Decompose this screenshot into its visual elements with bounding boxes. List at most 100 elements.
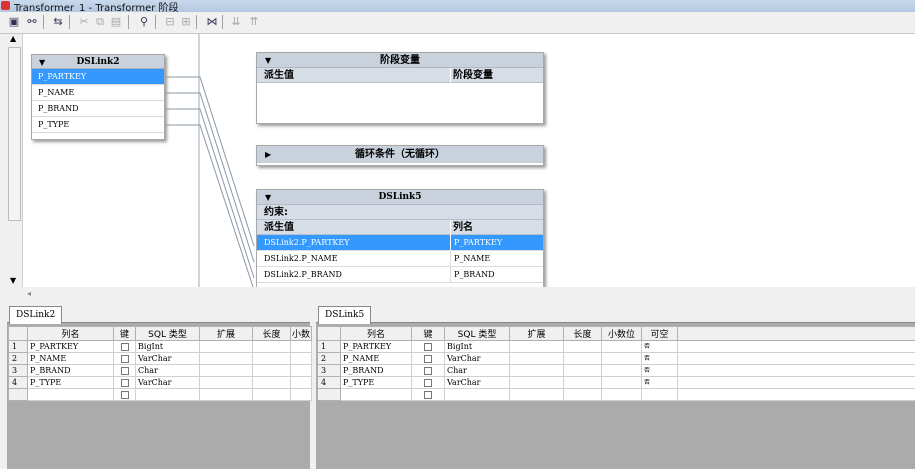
sql-type-cell[interactable]: VarChar [444,352,510,365]
column-header[interactable]: 扩展 [509,326,564,341]
grid-cell[interactable] [199,340,253,353]
horizontal-scrollbar[interactable]: ◂ [7,287,915,301]
grid-cell[interactable] [509,376,564,389]
input-link-header[interactable]: ▼ DSLink2 [32,55,164,69]
column-header[interactable]: SQL 类型 [444,326,510,341]
column-header[interactable]: 长度 [563,326,602,341]
input-column-row[interactable]: P_BRAND [32,101,164,117]
tab-dslink2[interactable]: DSLink2 [9,306,63,324]
output-mapping-row[interactable]: DSLink2.P_PARTKEY P_PARTKEY [257,235,543,251]
key-checkbox[interactable] [424,367,432,375]
stage-variables-box[interactable]: ▼ 阶段变量 派生值 阶段变量 [256,52,544,124]
grid-cell[interactable] [252,364,291,377]
grid-cell[interactable] [252,352,291,365]
grid-cell[interactable] [677,352,915,365]
grid-cell[interactable] [509,340,564,353]
output-link-box[interactable]: ▼ DSLink5 约束: 派生值 列名 DSLink2.P_PARTKEY P… [256,189,544,289]
column-name-cell[interactable]: P_BRAND [450,267,494,283]
output-mapping-row[interactable]: DSLink2.P_BRAND P_BRAND [257,267,543,283]
table-row-new[interactable] [8,388,312,401]
nullable-cell[interactable]: 否 [641,352,678,365]
key-cell[interactable] [113,376,136,389]
derivation-cell[interactable]: DSLink2.P_PARTKEY [264,238,350,247]
table-row[interactable]: 2 P_NAME VarChar 否 [317,352,915,365]
key-checkbox[interactable] [120,367,129,375]
collapse-icon[interactable]: ▼ [265,190,271,205]
key-cell[interactable] [411,376,445,389]
row-number-cell[interactable]: 2 [8,352,28,365]
grid-cell[interactable] [199,388,253,401]
sql-type-cell[interactable]: VarChar [135,376,200,389]
grid-cell[interactable] [252,388,291,401]
tab-dslink5[interactable]: DSLink5 [318,306,372,324]
sql-type-cell[interactable]: BigInt [444,340,510,353]
sql-type-cell[interactable]: Char [135,364,200,377]
row-number-cell[interactable]: 1 [317,340,341,353]
loop-condition-header[interactable]: ▶ 循环条件（无循环） [257,146,543,163]
column-header[interactable]: 键 [411,326,445,341]
key-cell[interactable] [113,340,136,353]
grid-cell[interactable] [199,364,253,377]
column-header[interactable]: 小数 [290,326,312,341]
column-name-cell[interactable]: P_TYPE [340,376,412,389]
grid-cell[interactable] [509,352,564,365]
table-row[interactable]: 1 P_PARTKEY BigInt [8,340,312,353]
grid-cell[interactable] [677,376,915,389]
grid-cell[interactable] [135,388,200,401]
column-header[interactable]: 描述 [677,326,915,341]
grid-cell[interactable] [563,352,602,365]
key-checkbox[interactable] [424,391,432,399]
grid-cell[interactable] [601,352,642,365]
grid-cell[interactable] [601,340,642,353]
column-name-cell[interactable]: P_NAME [27,352,114,365]
table-row[interactable]: 3 P_BRAND Char [8,364,312,377]
key-cell[interactable] [411,364,445,377]
sql-type-cell[interactable]: BigInt [135,340,200,353]
key-checkbox[interactable] [424,379,432,387]
column-header[interactable]: 扩展 [199,326,253,341]
nullable-cell[interactable]: 否 [641,340,678,353]
column-header[interactable]: SQL 类型 [135,326,200,341]
grid-cell[interactable] [563,340,602,353]
column-header[interactable]: 列名 [340,326,412,341]
grid-cell[interactable] [677,388,915,401]
collapse-icon[interactable]: ▼ [39,55,45,69]
output-mapping-row[interactable]: DSLink2.P_NAME P_NAME [257,251,543,267]
column-name-cell[interactable]: P_PARTKEY [340,340,412,353]
constraint-row[interactable]: 约束: [257,205,543,220]
stage-variables-header[interactable]: ▼ 阶段变量 [257,53,543,68]
grid-cell[interactable] [563,376,602,389]
input-column-row[interactable]: P_PARTKEY [32,69,164,85]
table-row[interactable]: 4 P_TYPE VarChar [8,376,312,389]
grid-cell[interactable] [290,388,312,401]
input-column-row[interactable]: P_NAME [32,85,164,101]
expand-icon[interactable]: ▶ [265,146,271,163]
column-name-cell[interactable]: P_BRAND [27,364,114,377]
table-row[interactable]: 1 P_PARTKEY BigInt 否 [317,340,915,353]
sql-type-cell[interactable]: VarChar [135,352,200,365]
table-row[interactable]: 3 P_BRAND Char 否 [317,364,915,377]
grid-cell[interactable] [601,364,642,377]
input-link-box[interactable]: ▼ DSLink2 P_PARTKEY P_NAME P_BRAND P_TYP… [31,54,165,140]
row-number-cell[interactable]: 1 [8,340,28,353]
grid-cell[interactable] [677,364,915,377]
row-number-cell[interactable]: 3 [317,364,341,377]
key-checkbox[interactable] [120,355,129,363]
row-number-cell[interactable]: 4 [8,376,28,389]
grid-cell[interactable] [340,388,412,401]
grid-cell[interactable] [509,364,564,377]
derivation-cell[interactable]: DSLink2.P_BRAND [264,270,342,279]
column-header[interactable]: 可空 [641,326,678,341]
column-name-cell[interactable]: P_BRAND [340,364,412,377]
grid-cell[interactable] [290,352,312,365]
key-cell[interactable] [411,340,445,353]
output-link-header[interactable]: ▼ DSLink5 [257,190,543,205]
sql-type-cell[interactable]: Char [444,364,510,377]
grid-cell[interactable] [8,388,28,401]
grid-cell[interactable] [563,364,602,377]
column-name-cell[interactable]: P_NAME [340,352,412,365]
key-cell[interactable] [113,364,136,377]
column-header[interactable]: 列名 [27,326,114,341]
derivation-cell[interactable]: DSLink2.P_NAME [264,254,338,263]
row-number-cell[interactable]: 4 [317,376,341,389]
